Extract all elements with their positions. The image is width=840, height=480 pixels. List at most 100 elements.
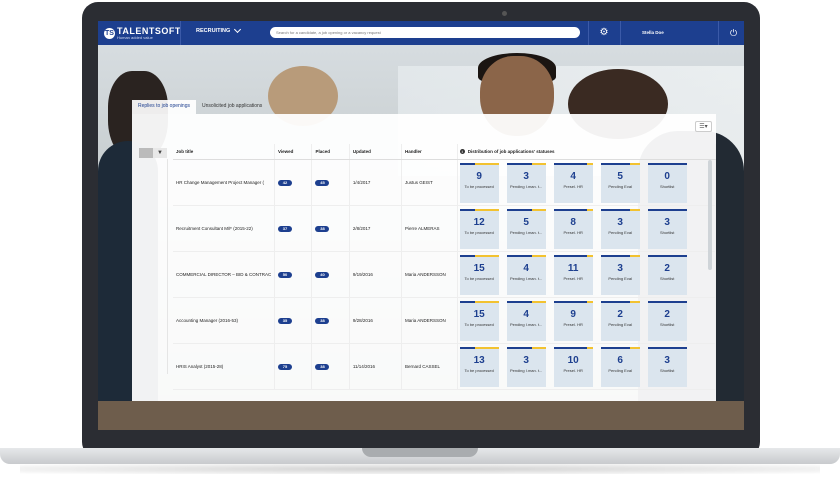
status-count: 4 (570, 170, 576, 182)
table-row[interactable]: HRIS Analyst (2015-28) 75 38 11/14/2016 … (173, 343, 716, 390)
status-tile[interactable]: 9 To be processed (459, 162, 499, 203)
job-title-cell[interactable]: HR Change Management Project Manager ( (173, 159, 275, 206)
status-tile[interactable]: 4 Pending I.man. t... (506, 254, 546, 295)
status-tile[interactable]: 5 Pending I.man. t... (506, 208, 546, 249)
search-input[interactable]: Search for a candidate, a job opening or… (270, 27, 580, 38)
scrollbar[interactable] (708, 160, 712, 270)
tab-replies[interactable]: Replies to job openings (132, 100, 196, 114)
tab-unsolicited[interactable]: Unsolicited job applications (196, 100, 268, 114)
status-tile[interactable]: 10 Presel. HR (553, 346, 593, 387)
status-label: To be processed (464, 275, 494, 281)
updated-cell: 1/4/2017 (349, 159, 403, 206)
col-viewed[interactable]: Viewed (274, 144, 313, 160)
status-label: Shortlist (659, 321, 675, 327)
placed-cell: 38 (311, 297, 350, 344)
viewed-cell: 37 (274, 205, 313, 252)
logout-icon[interactable]: ⏻ (730, 27, 737, 39)
status-label: Pending I.man. t... (509, 229, 543, 235)
status-count: 9 (476, 170, 482, 182)
status-count: 4 (523, 308, 529, 320)
job-title-cell[interactable]: HRIS Analyst (2015-28) (173, 343, 275, 390)
status-tile[interactable]: 8 Presel. HR (553, 208, 593, 249)
status-tile[interactable]: 3 Shortlist (647, 346, 687, 387)
status-tile[interactable]: 3 Pending Eval (600, 254, 640, 295)
status-tile-accent (475, 346, 499, 349)
status-label: Presel. HR (563, 229, 583, 235)
status-tile[interactable]: 4 Presel. HR (553, 162, 593, 203)
webcam (502, 11, 507, 16)
job-title-cell[interactable]: COMMERCIAL DIRECTOR – BID & CONTRAC (173, 251, 275, 298)
screen: TS TALENTSOFT Human added value RECRUITI… (98, 21, 744, 430)
viewed-cell: 75 (274, 343, 313, 390)
distribution-cell: 13 To be processed 3 Pending I.man. t... 10 P… (457, 343, 716, 390)
viewed-count-badge: 37 (278, 225, 292, 232)
module-switcher[interactable]: RECRUITING (196, 25, 242, 34)
module-label: RECRUITING (196, 28, 231, 34)
row-selector-column (139, 159, 168, 374)
status-label: Pending Eval (608, 321, 632, 327)
status-tile-accent (586, 208, 593, 211)
status-tile-accent (629, 346, 640, 349)
list-menu-button[interactable]: ☰▾ (695, 121, 712, 132)
status-count: 3 (617, 262, 623, 274)
placed-count-badge: 38 (315, 363, 330, 370)
status-count: 3 (664, 354, 670, 366)
brand-tagline: Human added value (117, 34, 153, 40)
distribution-cell: 15 To be processed 4 Pending I.man. t... 11 P… (457, 251, 716, 298)
status-count: 2 (617, 308, 623, 320)
table-row[interactable]: HR Change Management Project Manager ( 4… (173, 159, 716, 206)
status-tile[interactable]: 15 To be processed (459, 300, 499, 341)
brand-logo[interactable]: TS TALENTSOFT Human added value (104, 24, 181, 42)
status-tile[interactable]: 2 Shortlist (647, 300, 687, 341)
table-row[interactable]: Accounting Manager (2016-53) 35 38 9/28/… (173, 297, 716, 344)
updated-cell: 11/14/2016 (349, 343, 403, 390)
info-icon[interactable]: i (459, 149, 465, 154)
status-count: 4 (523, 262, 529, 274)
status-tile[interactable]: 9 Presel. HR (553, 300, 593, 341)
status-tile[interactable]: 3 Pending Eval (600, 208, 640, 249)
status-tile[interactable]: 3 Pending I.man. t... (506, 162, 546, 203)
gear-icon[interactable]: ⚙ (598, 27, 610, 39)
status-label: Shortlist (659, 229, 675, 235)
status-tile[interactable]: 2 Pending Eval (600, 300, 640, 341)
status-tile[interactable]: 4 Pending I.man. t... (506, 300, 546, 341)
job-title-cell[interactable]: Accounting Manager (2016-53) (173, 297, 275, 344)
status-tile[interactable]: 5 Pending Eval (600, 162, 640, 203)
filter-select[interactable] (139, 148, 153, 158)
laptop-shadow (20, 464, 820, 474)
status-tile-accent (586, 162, 593, 165)
status-tile[interactable]: 11 Presel. HR (553, 254, 593, 295)
job-title-cell[interactable]: Recruitment Consultant M/F (2015-22) (173, 205, 275, 252)
status-label: Shortlist (659, 275, 675, 281)
status-tile-accent (586, 300, 593, 303)
placed-cell: 40 (311, 251, 350, 298)
status-tile-accent (532, 346, 546, 349)
status-tile[interactable]: 2 Shortlist (647, 254, 687, 295)
status-count: 3 (523, 354, 529, 366)
col-handler[interactable]: Handler (401, 144, 458, 160)
col-updated[interactable]: Updated (349, 144, 403, 160)
col-placed[interactable]: Placed (311, 144, 350, 160)
status-tile[interactable]: 13 To be processed (459, 346, 499, 387)
col-job-title[interactable]: Job title (173, 144, 275, 160)
status-tile[interactable]: 3 Pending I.man. t... (506, 346, 546, 387)
status-count: 10 (567, 354, 579, 366)
placed-count-badge: 40 (315, 271, 330, 278)
status-tile[interactable]: 15 To be processed (459, 254, 499, 295)
header-divider (620, 21, 621, 45)
status-tile[interactable]: 6 Pending Eval (600, 346, 640, 387)
status-tile[interactable]: 3 Shortlist (647, 208, 687, 249)
status-tile[interactable]: 0 Shortlist (647, 162, 687, 203)
table-row[interactable]: Recruitment Consultant M/F (2015-22) 37 … (173, 205, 716, 252)
status-tiles: 9 To be processed 3 Pending I.man. t... 4 Pre… (458, 162, 715, 203)
handler-cell: Pierre ALMERAS (401, 205, 458, 252)
status-tile[interactable]: 12 To be processed (459, 208, 499, 249)
table-row[interactable]: COMMERCIAL DIRECTOR – BID & CONTRAC 50 4… (173, 251, 716, 298)
placed-count-badge: 38 (315, 317, 330, 324)
filter-icon[interactable]: ▼ (153, 148, 167, 158)
user-name[interactable]: Stella Doe (642, 30, 664, 35)
handler-cell: Justus GEIST (401, 159, 458, 206)
status-tile-accent (586, 346, 593, 349)
filter-control[interactable]: ▼ (139, 148, 167, 158)
distribution-cell: 15 To be processed 4 Pending I.man. t... 9 Pr… (457, 297, 716, 344)
